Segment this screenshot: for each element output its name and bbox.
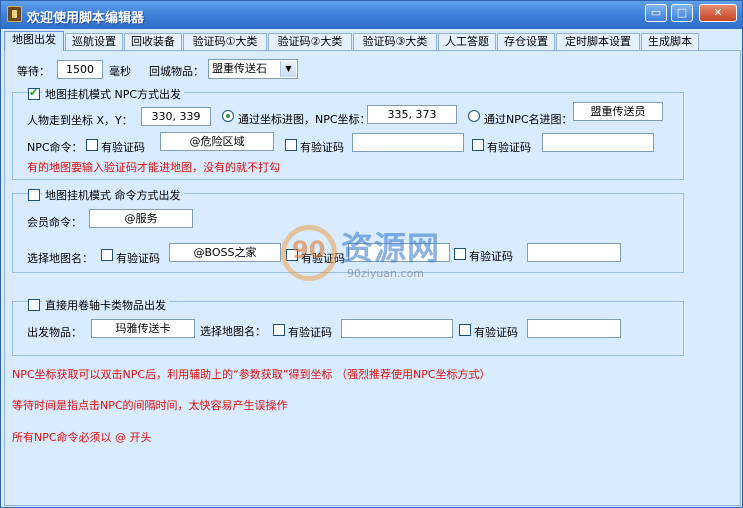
npc-name-input[interactable]: 盟重传送员 (573, 102, 663, 121)
tab-storage[interactable]: 存仓设置 (497, 33, 555, 50)
wait-unit: 毫秒 (109, 65, 131, 78)
map-name-input-3[interactable] (527, 243, 621, 262)
map-name-label-3: 选择地图名： (200, 325, 266, 338)
scroll-mode-legend: 直接用卷轴卡类物品出发 (42, 297, 169, 313)
map-verify-checkbox-2[interactable] (286, 249, 298, 261)
title-bar[interactable]: 欢迎使用脚本编辑器 ▭ □ ✕ (1, 1, 742, 29)
npc-coord-input[interactable]: 335, 373 (367, 105, 457, 124)
map-verify-checkbox-3[interactable] (454, 248, 466, 260)
scroll-verify-label-1: 有验证码 (288, 326, 332, 339)
return-item-select[interactable]: 盟重传送石 ▼ (208, 59, 298, 79)
tab-timer-script[interactable]: 定时脚本设置 (556, 33, 640, 50)
tab-captcha-2[interactable]: 验证码②大类 (268, 33, 352, 50)
map-verify-label-2: 有验证码 (301, 252, 345, 265)
cmd-mode-checkbox[interactable] (28, 189, 40, 201)
tab-generate-script[interactable]: 生成脚本 (641, 33, 699, 50)
note-wait-time: 等待时间是指点击NPC的间隔时间，太快容易产生误操作 (12, 399, 288, 412)
npc-cmd-input-2[interactable] (352, 133, 464, 152)
walk-coord-label: 人物走到坐标 X，Y： (27, 114, 133, 127)
tab-cruise[interactable]: 巡航设置 (65, 33, 123, 50)
cmd-mode-legend: 地图挂机模式 命令方式出发 (42, 187, 184, 203)
npc-cmd-verify-checkbox-3[interactable] (472, 139, 484, 151)
maximize-button[interactable]: □ (671, 4, 693, 22)
chevron-down-icon[interactable]: ▼ (280, 61, 296, 77)
return-item-value: 盟重传送石 (212, 62, 267, 75)
npc-cmd-input-3[interactable] (542, 133, 654, 152)
verify-note: 有的地图要输入验证码才能进地图，没有的就不打勾 (27, 161, 280, 174)
scroll-mode-checkbox[interactable] (28, 299, 40, 311)
app-icon (7, 6, 22, 22)
scroll-verify-label-2: 有验证码 (474, 326, 518, 339)
close-button[interactable]: ✕ (699, 4, 737, 22)
npc-name-enter-radio[interactable] (468, 110, 480, 122)
npc-cmd-verify-checkbox-1[interactable] (86, 139, 98, 151)
member-cmd-label: 会员命令： (27, 216, 82, 229)
return-item-label: 回城物品： (149, 65, 204, 78)
npc-cmd-input-1[interactable]: @危险区域 (160, 132, 274, 151)
map-verify-label-3: 有验证码 (469, 250, 513, 263)
npc-cmd-verify-checkbox-2[interactable] (285, 139, 297, 151)
scroll-verify-checkbox-1[interactable] (273, 324, 285, 336)
coord-enter-label: 通过坐标进图，NPC坐标： (238, 113, 371, 126)
scroll-map-input-2[interactable] (527, 319, 621, 338)
tab-manual-answer[interactable]: 人工答题 (438, 33, 496, 50)
npc-name-enter-label: 通过NPC名进图： (484, 113, 573, 126)
tab-recycle[interactable]: 回收装备 (124, 33, 182, 50)
map-name-label-2: 选择地图名： (27, 252, 93, 265)
window-title: 欢迎使用脚本编辑器 (27, 11, 145, 26)
npc-mode-checkbox[interactable] (28, 86, 40, 100)
tab-panel: 等待： 1500 毫秒 回城物品： 盟重传送石 ▼ 地图挂机模式 NPC方式出发… (4, 50, 741, 506)
map-name-input-1[interactable]: @BOSS之家 (169, 243, 281, 262)
note-npc-coord: NPC坐标获取可以双击NPC后，利用辅助上的“参数获取”得到坐标 （强烈推荐使用… (12, 368, 491, 381)
app-window: 欢迎使用脚本编辑器 ▭ □ ✕ 地图出发 巡航设置 回收装备 验证码①大类 验证… (0, 0, 743, 508)
tab-captcha-1[interactable]: 验证码①大类 (183, 33, 267, 50)
coord-enter-radio[interactable] (222, 110, 234, 122)
minimize-button[interactable]: ▭ (645, 4, 667, 22)
member-cmd-input[interactable]: @服务 (89, 209, 193, 228)
wait-input[interactable]: 1500 (57, 60, 103, 79)
npc-cmd-verify-label-1: 有验证码 (101, 141, 145, 154)
npc-cmd-verify-label-3: 有验证码 (487, 141, 531, 154)
note-command-prefix: 所有NPC命令必须以 @ 开头 (12, 431, 152, 444)
map-name-input-2[interactable] (348, 243, 450, 262)
tab-map-depart[interactable]: 地图出发 (4, 31, 64, 51)
map-verify-checkbox-1[interactable] (101, 249, 113, 261)
depart-item-label: 出发物品： (27, 326, 82, 339)
npc-cmd-label: NPC命令： (27, 141, 83, 154)
walk-coord-input[interactable]: 330, 339 (141, 107, 211, 126)
tab-captcha-3[interactable]: 验证码③大类 (353, 33, 437, 50)
wait-label: 等待： (17, 65, 50, 78)
depart-item-input[interactable]: 玛雅传送卡 (91, 319, 195, 338)
npc-mode-legend: 地图挂机模式 NPC方式出发 (42, 86, 185, 102)
scroll-map-input-1[interactable] (341, 319, 453, 338)
scroll-verify-checkbox-2[interactable] (459, 324, 471, 336)
map-verify-label-1: 有验证码 (116, 252, 160, 265)
npc-cmd-verify-label-2: 有验证码 (300, 141, 344, 154)
